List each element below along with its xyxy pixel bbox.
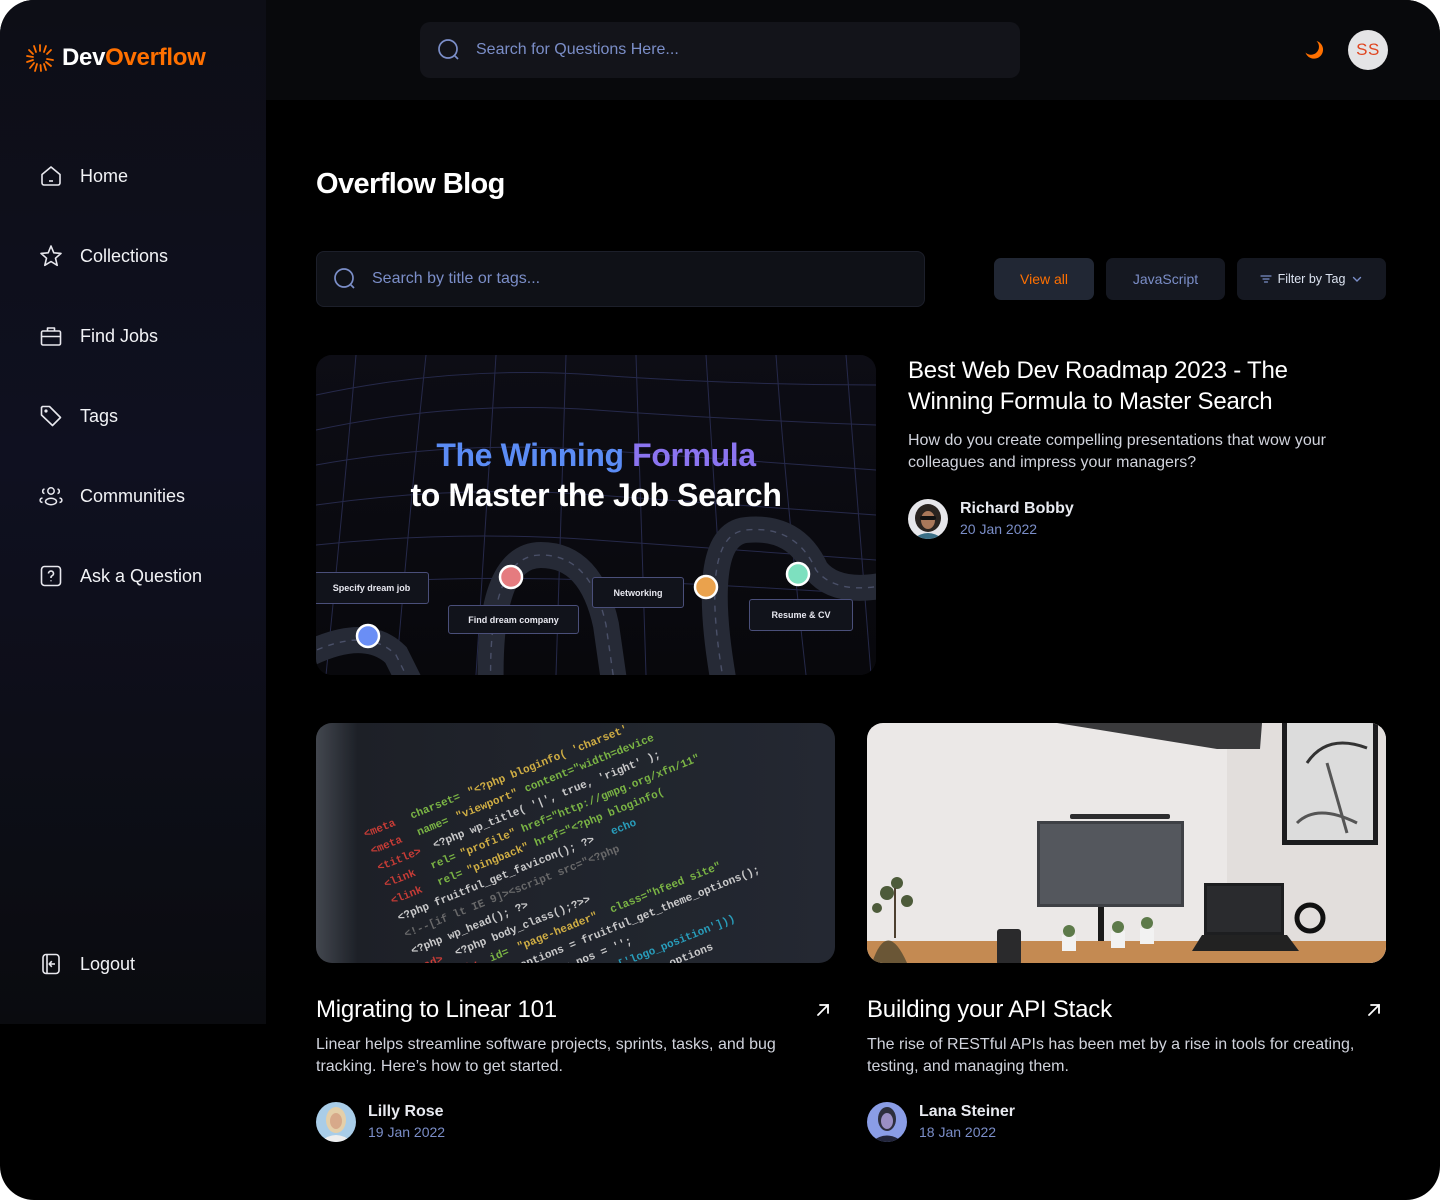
author-avatar xyxy=(908,499,948,539)
app-window: DevOverflow Home Collections Find Jobs T… xyxy=(0,0,1440,1200)
sidebar: DevOverflow Home Collections Find Jobs T… xyxy=(0,0,266,1024)
headline-part2: Formula xyxy=(632,437,756,473)
sidebar-item-label: Find Jobs xyxy=(80,325,159,346)
logo[interactable]: DevOverflow xyxy=(24,42,206,74)
sidebar-item-tags[interactable]: Tags xyxy=(38,396,202,436)
home-icon xyxy=(41,166,61,186)
logo-icon xyxy=(26,44,54,72)
author-avatar xyxy=(316,1102,356,1142)
featured-post-title[interactable]: Best Web Dev Roadmap 2023 - The Winning … xyxy=(908,355,1348,417)
global-search-input[interactable] xyxy=(476,41,976,59)
search-icon xyxy=(334,268,355,289)
headline-part1: The Winning xyxy=(436,437,624,473)
sidebar-nav: Home Collections Find Jobs Tags Communit… xyxy=(38,156,202,636)
sidebar-item-label: Communities xyxy=(80,485,186,506)
blog-card: Building your API Stack The rise of REST… xyxy=(867,723,1386,1142)
author-name: Richard Bobby xyxy=(960,500,1074,517)
global-search[interactable] xyxy=(420,22,1020,78)
app-name-part2: Overflow xyxy=(105,44,206,71)
featured-post: Best Web Dev Roadmap 2023 - The Winning … xyxy=(908,355,1348,539)
code-screen-image: <metacharset="<?php bloginfo( 'charset' … xyxy=(316,723,835,963)
author-name: Lana Steiner xyxy=(919,1103,1016,1120)
sidebar-item-find-jobs[interactable]: Find Jobs xyxy=(38,316,202,356)
featured-image-headline: The Winning Formula xyxy=(316,437,876,474)
blog-card-description: The rise of RESTful APIs has been met by… xyxy=(867,1036,1355,1075)
blog-card-image[interactable] xyxy=(867,723,1386,963)
post-date: 18 Jan 2022 xyxy=(919,1124,997,1140)
tag-icon xyxy=(40,405,62,427)
sidebar-item-collections[interactable]: Collections xyxy=(38,236,202,276)
filter-by-tag-label: Filter by Tag xyxy=(1277,272,1346,286)
sidebar-item-label: Tags xyxy=(80,405,119,426)
search-icon xyxy=(438,39,459,60)
featured-image-subheadline: to Master the Job Search xyxy=(410,477,782,513)
javascript-tag-button[interactable]: JavaScript xyxy=(1106,258,1225,300)
question-icon xyxy=(40,565,62,587)
filter-icon xyxy=(1259,275,1272,283)
sidebar-item-label: Collections xyxy=(80,245,169,266)
roadmap-step: Specify dream job xyxy=(316,572,429,604)
post-date: 19 Jan 2022 xyxy=(368,1124,446,1140)
roadmap-step: Resume & CV xyxy=(749,599,853,631)
user-avatar[interactable]: SS xyxy=(1348,30,1388,70)
moon-icon[interactable] xyxy=(1302,38,1326,62)
sidebar-item-communities[interactable]: Communities xyxy=(38,476,202,516)
blog-search[interactable] xyxy=(316,251,925,307)
star-icon xyxy=(40,245,62,267)
chevron-down-icon xyxy=(1353,276,1362,282)
roadmap-step: Networking xyxy=(592,577,684,608)
featured-post-author: Richard Bobby 20 Jan 2022 xyxy=(908,499,1348,539)
logout-button[interactable]: Logout xyxy=(38,944,135,984)
users-icon xyxy=(39,487,63,506)
author-name: Lilly Rose xyxy=(368,1103,444,1120)
blog-card-description: Linear helps streamline software project… xyxy=(316,1036,776,1075)
app-name: DevOverflow xyxy=(62,44,206,72)
briefcase-icon xyxy=(40,327,62,346)
post-date: 20 Jan 2022 xyxy=(960,521,1038,537)
view-all-button[interactable]: View all xyxy=(994,258,1094,300)
blog-card: <meta charset= "<?php bloginfo( 'charset' … xyxy=(316,723,835,1142)
logout-icon xyxy=(42,953,60,975)
sidebar-item-label: Ask a Question xyxy=(80,565,203,586)
logout-label: Logout xyxy=(80,953,136,974)
top-header: SS xyxy=(266,0,1440,100)
blog-card-header: Migrating to Linear 101 xyxy=(316,996,835,1024)
blog-card-title[interactable]: Building your API Stack xyxy=(867,996,1112,1024)
arrow-up-right-icon[interactable] xyxy=(815,1002,831,1018)
featured-post-image[interactable]: The Winning Formula to Master the Job Se… xyxy=(316,355,876,675)
blog-card-image[interactable]: <meta charset= "<?php bloginfo( 'charset' … xyxy=(316,723,835,963)
blog-card-title[interactable]: Migrating to Linear 101 xyxy=(316,996,557,1024)
blog-search-input[interactable] xyxy=(372,270,892,288)
filter-by-tag-dropdown[interactable]: Filter by Tag xyxy=(1237,258,1386,300)
arrow-up-right-icon[interactable] xyxy=(1366,1002,1382,1018)
featured-post-description: How do you create compelling presentatio… xyxy=(908,432,1326,471)
page-title: Overflow Blog xyxy=(316,168,505,200)
blog-card-header: Building your API Stack xyxy=(867,996,1386,1024)
author-avatar xyxy=(867,1102,907,1142)
sidebar-item-home[interactable]: Home xyxy=(38,156,202,196)
app-name-part1: Dev xyxy=(62,44,106,71)
roadmap-step: Find dream company xyxy=(448,605,579,634)
sidebar-item-label: Home xyxy=(80,165,129,186)
sidebar-item-ask-question[interactable]: Ask a Question xyxy=(38,556,202,596)
blog-card-author: Lilly Rose 19 Jan 2022 xyxy=(316,1102,835,1142)
blog-card-author: Lana Steiner 18 Jan 2022 xyxy=(867,1102,1386,1142)
desk-setup-image xyxy=(867,723,1386,963)
